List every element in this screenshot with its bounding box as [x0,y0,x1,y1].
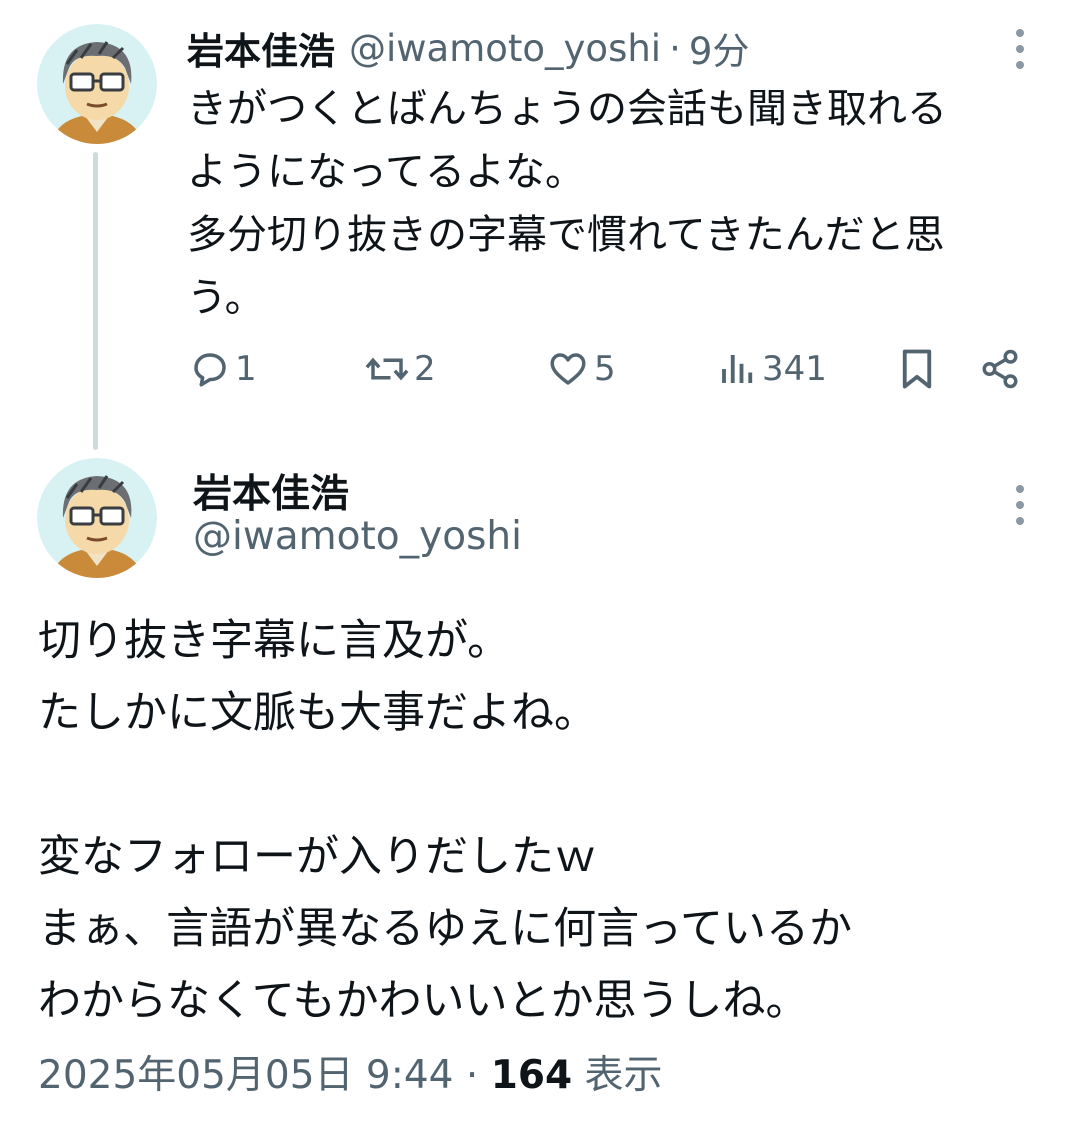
views-count: 341 [762,349,827,389]
thread-connector-line [93,152,98,450]
views-count: 164 [490,1053,573,1098]
more-vertical-icon[interactable] [1010,485,1030,525]
author-handle[interactable]: @iwamoto_yoshi [349,27,661,70]
retweet-icon [365,357,409,381]
avatar-illustration [37,458,157,578]
author-name[interactable]: 岩本佳浩 [193,463,349,519]
share-button[interactable] [978,343,1022,395]
views-label: 表示 [584,1053,663,1098]
reply-icon [194,353,226,387]
tweet-header: 岩本佳浩 @iwamoto_yoshi · 9分 [187,20,749,76]
retweet-button[interactable]: 2 [364,343,436,395]
tweet-metadata: 2025年05月05日 9:44 · 164 表示 [38,1044,663,1100]
share-icon [982,349,1018,389]
heart-icon [550,353,586,385]
retweet-count: 2 [414,349,436,389]
views-button[interactable]: 341 [718,343,827,395]
bookmark-button[interactable] [898,343,936,395]
avatar[interactable] [37,458,157,578]
bookmark-icon [902,349,932,389]
separator-dot: · [465,1053,479,1098]
tweet-text: きがつくとばんちょうの会話も聞き取れる ようになってるよな。 多分切り抜きの字幕… [187,86,947,321]
reply-button[interactable]: 1 [189,343,257,395]
analytics-icon [722,355,753,383]
separator-dot: · [669,26,681,70]
author-handle[interactable]: @iwamoto_yoshi [193,514,522,559]
like-count: 5 [594,349,616,389]
avatar[interactable] [37,24,157,144]
avatar-illustration [37,24,157,144]
like-button[interactable]: 5 [546,343,616,395]
tweet-timestamp[interactable]: 2025年05月05日 9:44 [38,1053,453,1098]
author-name[interactable]: 岩本佳浩 [187,21,335,75]
reply-count: 1 [235,349,257,389]
tweet-time[interactable]: 9分 [689,21,750,75]
tweet-text: 切り抜き字幕に言及が。 たしかに文脈も大事だよね。 変なフォローが入りだしたｗ … [38,616,852,1026]
more-vertical-icon[interactable] [1010,29,1030,69]
